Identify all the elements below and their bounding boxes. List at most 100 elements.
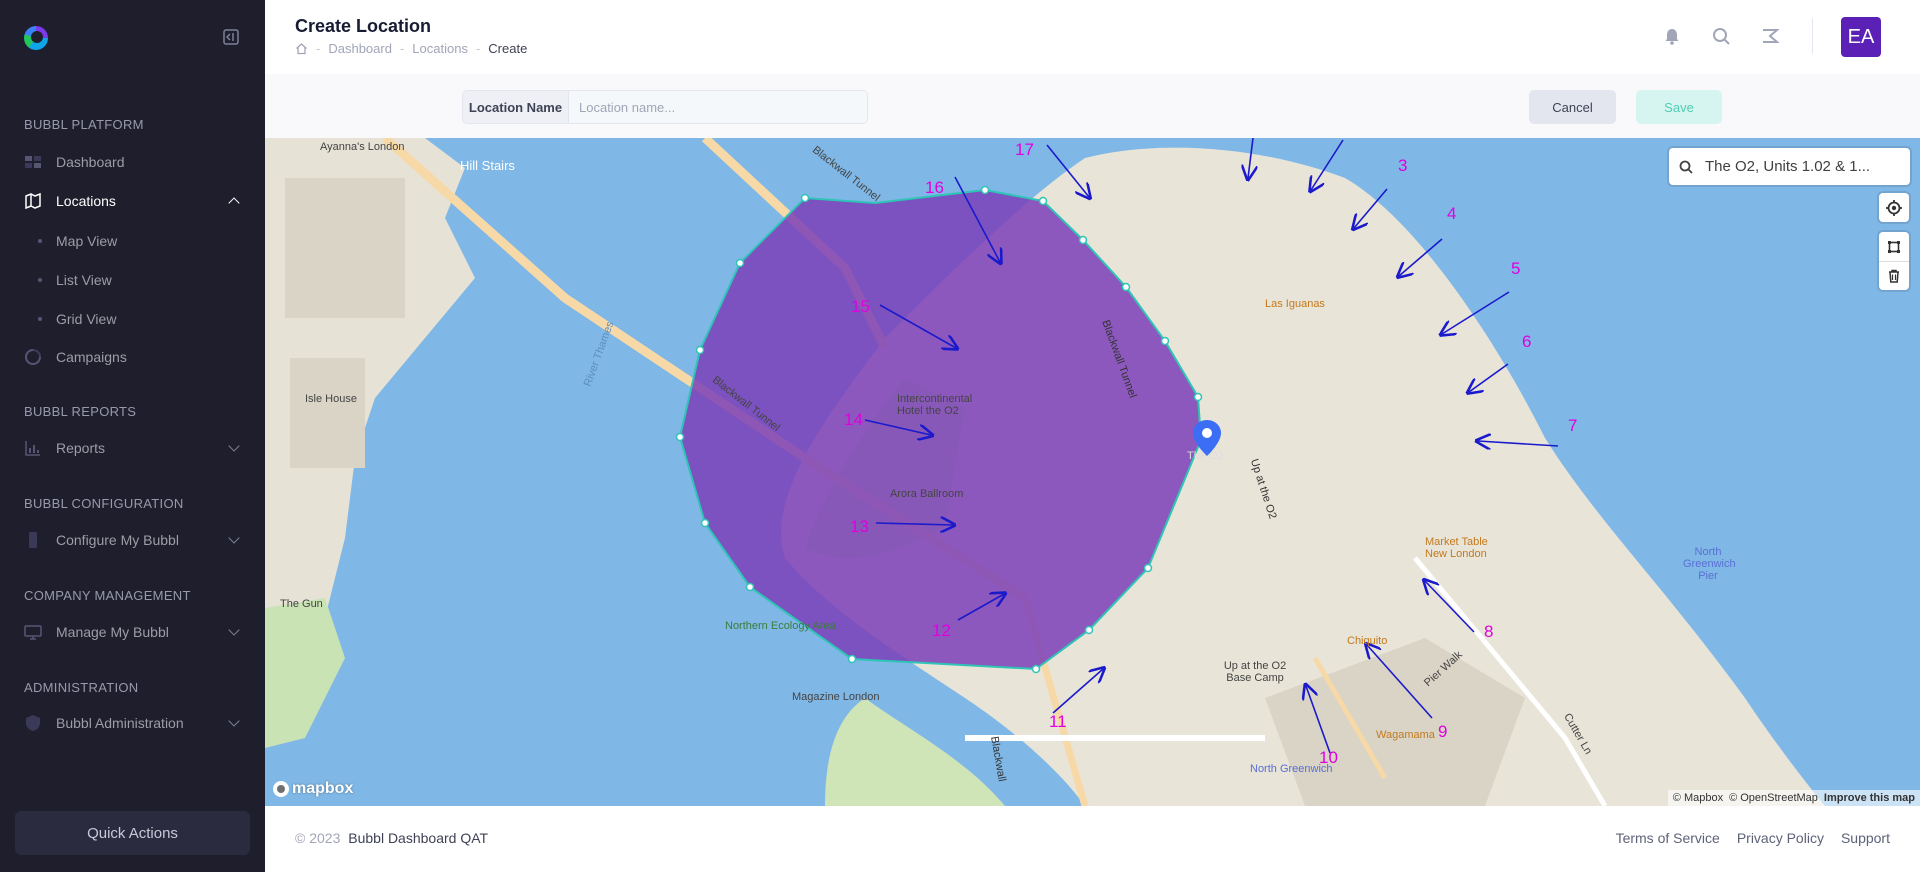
map-label: North Greenwich Pier bbox=[1683, 546, 1736, 582]
sidebar-item-campaigns[interactable]: Campaigns bbox=[24, 343, 244, 371]
avatar[interactable]: EA bbox=[1841, 17, 1881, 57]
bell-icon[interactable] bbox=[1662, 26, 1682, 46]
sidebar-item-label: Locations bbox=[56, 193, 116, 209]
quick-actions-button[interactable]: Quick Actions bbox=[15, 811, 250, 855]
sidebar-item-label: Configure My Bubbl bbox=[56, 532, 179, 548]
header-divider bbox=[1812, 18, 1813, 54]
terms-link[interactable]: Terms of Service bbox=[1616, 830, 1720, 846]
cancel-button[interactable]: Cancel bbox=[1529, 90, 1616, 124]
map-label: Up at the O2 Base Camp bbox=[1223, 660, 1287, 684]
section-company: COMPANY MANAGEMENT bbox=[24, 588, 191, 603]
home-icon[interactable] bbox=[295, 42, 308, 55]
footer-links: Terms of Service Privacy Policy Support bbox=[1616, 830, 1890, 846]
sidebar-item-admin[interactable]: Bubbl Administration bbox=[24, 709, 244, 737]
sidebar-item-list-view[interactable]: List View bbox=[38, 272, 112, 288]
location-toolbar: Location Name Cancel Save bbox=[265, 74, 1920, 138]
chevron-down-icon bbox=[228, 624, 240, 636]
location-name-group: Location Name bbox=[462, 90, 868, 124]
search-icon bbox=[1679, 160, 1693, 174]
breadcrumb-separator: - bbox=[399, 41, 405, 56]
map-label: Intercontinental Hotel the O2 bbox=[897, 393, 973, 417]
draw-polygon-button[interactable] bbox=[1879, 232, 1909, 261]
mapbox-icon bbox=[273, 781, 289, 797]
crosshair-icon bbox=[1886, 199, 1902, 216]
footer-brand-link[interactable]: Bubbl Dashboard QAT bbox=[348, 830, 488, 846]
mapbox-logo[interactable]: mapbox bbox=[273, 780, 353, 798]
dashboard-icon bbox=[24, 153, 42, 171]
map-attribution: © Mapbox © OpenStreetMap Improve this ma… bbox=[1667, 790, 1920, 806]
shield-icon bbox=[24, 714, 42, 732]
mapbox-wordmark: mapbox bbox=[292, 780, 354, 797]
annotation-14: 14 bbox=[844, 410, 863, 429]
sidebar-item-label: Reports bbox=[56, 440, 106, 456]
sidebar-item-configure[interactable]: Configure My Bubbl bbox=[24, 526, 244, 554]
sidebar-item-map-view[interactable]: Map View bbox=[38, 233, 117, 249]
sidebar-item-label: List View bbox=[56, 272, 112, 288]
search-icon[interactable] bbox=[1711, 26, 1731, 46]
map-label: The O2 bbox=[1187, 450, 1224, 462]
monitor-icon bbox=[24, 623, 42, 641]
annotation-10: 10 bbox=[1319, 748, 1338, 767]
sidebar-item-label: Grid View bbox=[56, 311, 117, 327]
annotation-15: 15 bbox=[851, 297, 870, 316]
bullet-icon bbox=[38, 239, 42, 243]
map-label: Isle House bbox=[305, 393, 357, 405]
annotation-16: 16 bbox=[925, 178, 944, 197]
page-header: Create Location - Dashboard - Locations … bbox=[265, 0, 1920, 74]
improve-map-link[interactable]: Improve this map bbox=[1824, 792, 1915, 804]
map-label: Ayanna's London bbox=[320, 141, 405, 153]
bullet-icon bbox=[38, 278, 42, 282]
delete-shape-button[interactable] bbox=[1879, 261, 1909, 290]
sidebar-collapse-icon[interactable] bbox=[222, 28, 240, 46]
phone-icon bbox=[24, 531, 42, 549]
geolocate-button[interactable] bbox=[1879, 193, 1909, 222]
map-label: Hill Stairs bbox=[460, 158, 515, 173]
trash-icon bbox=[1889, 269, 1899, 283]
annotation-9: 9 bbox=[1438, 722, 1448, 741]
location-name-input[interactable] bbox=[569, 91, 867, 123]
chart-icon bbox=[24, 439, 42, 457]
map-label: Las Iguanas bbox=[1265, 298, 1325, 310]
footer: © 2023 Bubbl Dashboard QAT Terms of Serv… bbox=[265, 806, 1920, 872]
map-label: Wagamama bbox=[1376, 729, 1435, 741]
annotation-8: 8 bbox=[1484, 622, 1494, 641]
chevron-down-icon bbox=[228, 532, 240, 544]
sidebar-item-label: Bubbl Administration bbox=[56, 715, 184, 731]
map-canvas[interactable]: Ayanna's London Hill Stairs Blackwall Tu… bbox=[265, 138, 1920, 806]
polygon-icon bbox=[1888, 240, 1900, 253]
attribution-mapbox[interactable]: © Mapbox bbox=[1673, 792, 1723, 804]
sidebar-item-manage[interactable]: Manage My Bubbl bbox=[24, 618, 244, 646]
save-button[interactable]: Save bbox=[1636, 90, 1722, 124]
support-link[interactable]: Support bbox=[1841, 830, 1890, 846]
app: BUBBL PLATFORM Dashboard Locations Map V… bbox=[0, 0, 1920, 872]
breadcrumb-locations[interactable]: Locations bbox=[412, 41, 468, 56]
map-icon bbox=[24, 192, 42, 210]
map-label: The Gun bbox=[280, 598, 323, 610]
breadcrumb-dashboard[interactable]: Dashboard bbox=[328, 41, 392, 56]
attribution-osm[interactable]: © OpenStreetMap bbox=[1729, 792, 1818, 804]
chevron-down-icon bbox=[228, 715, 240, 727]
map-search-value[interactable]: The O2, Units 1.02 & 1... bbox=[1705, 158, 1870, 175]
sidebar: BUBBL PLATFORM Dashboard Locations Map V… bbox=[0, 0, 265, 872]
map-label: Market Table New London bbox=[1425, 536, 1488, 560]
privacy-link[interactable]: Privacy Policy bbox=[1737, 830, 1824, 846]
draw-control bbox=[1879, 232, 1909, 290]
page-title: Create Location bbox=[295, 16, 432, 36]
annotation-7: 7 bbox=[1568, 416, 1578, 435]
map-search-box[interactable]: The O2, Units 1.02 & 1... bbox=[1669, 148, 1910, 185]
annotation-5: 5 bbox=[1511, 259, 1521, 278]
bullet-icon bbox=[38, 317, 42, 321]
sidebar-item-label: Manage My Bubbl bbox=[56, 624, 169, 640]
annotation-17: 17 bbox=[1015, 140, 1034, 159]
sidebar-item-locations[interactable]: Locations bbox=[24, 187, 244, 215]
bubbl-logo[interactable] bbox=[24, 26, 48, 50]
sidebar-item-dashboard[interactable]: Dashboard bbox=[24, 148, 244, 176]
sidebar-item-label: Map View bbox=[56, 233, 118, 249]
sidebar-item-reports[interactable]: Reports bbox=[24, 434, 244, 462]
theme-icon[interactable] bbox=[1760, 26, 1780, 46]
sidebar-item-grid-view[interactable]: Grid View bbox=[38, 311, 116, 327]
annotation-13: 13 bbox=[850, 517, 869, 536]
chevron-up-icon bbox=[228, 197, 240, 209]
annotation-12: 12 bbox=[932, 621, 951, 640]
section-configuration: BUBBL CONFIGURATION bbox=[24, 496, 184, 511]
